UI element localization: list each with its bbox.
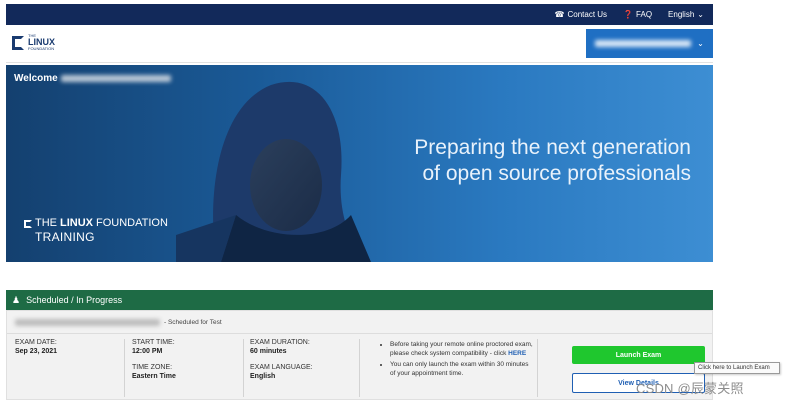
launch-exam-tooltip: Click here to Launch Exam [694, 362, 780, 374]
exam-notes: Before taking your remote online proctor… [382, 340, 534, 380]
top-utility-bar: ☎ Contact Us ❓ FAQ English ⌄ [6, 4, 713, 25]
column-divider [359, 339, 360, 397]
exam-name-line: - Scheduled for Test [15, 319, 222, 326]
exam-duration-value: 60 minutes [250, 348, 287, 355]
scheduled-panel-header: ♟ Scheduled / In Progress [6, 290, 713, 310]
divider [7, 333, 712, 334]
time-zone-value: Eastern Time [132, 373, 176, 380]
exam-date-value: Sep 23, 2021 [15, 348, 58, 355]
exam-date-label: EXAM DATE: [15, 339, 57, 346]
welcome-label: Welcome [14, 73, 58, 84]
exam-language-value: English [250, 373, 276, 380]
main-navbar: THE LINUX FOUNDATION ⌄ [6, 25, 713, 63]
faq-label: FAQ [636, 10, 653, 19]
logo-foundation: FOUNDATION [28, 46, 55, 51]
note-compatibility: Before taking your remote online proctor… [390, 340, 534, 358]
start-time-column: START TIME: 12:00 PM TIME ZONE: Eastern … [132, 339, 176, 380]
panel-title: Scheduled / In Progress [26, 295, 123, 305]
hero-tagline: Preparing the next generation of open so… [414, 135, 691, 187]
brand-linux: LINUX [60, 217, 93, 229]
start-time-value: 12:00 PM [132, 348, 163, 355]
faq-link[interactable]: ❓ FAQ [623, 10, 652, 19]
exam-duration-label: EXAM DURATION: [250, 339, 310, 346]
welcome-message: Welcome [14, 73, 171, 84]
column-divider [243, 339, 244, 397]
phone-icon: ☎ [554, 9, 565, 19]
training-brand: THE LINUX FOUNDATION TRAINING [24, 218, 168, 243]
compatibility-here-link[interactable]: HERE [508, 350, 526, 357]
note-launch-window: You can only launch the exam within 30 m… [390, 360, 534, 378]
person-desk-icon: ♟ [12, 294, 21, 305]
chevron-down-icon: ⌄ [697, 38, 704, 48]
logo-mark-icon [12, 35, 24, 50]
tagline-line-1: Preparing the next generation [414, 136, 691, 159]
language-label: English [668, 10, 695, 19]
hero-banner: Welcome Preparing the next generation of… [6, 65, 713, 262]
exam-status: - Scheduled for Test [164, 319, 222, 326]
time-zone-label: TIME ZONE: [132, 364, 173, 371]
redacted-exam-name [15, 319, 160, 326]
redacted-username [60, 75, 171, 82]
brand-the: THE [35, 217, 57, 229]
linux-foundation-logo[interactable]: THE LINUX FOUNDATION [12, 34, 55, 51]
contact-us-label: Contact Us [567, 10, 608, 19]
launch-exam-button[interactable]: Launch Exam [572, 346, 705, 364]
hero-person-image [176, 81, 371, 262]
exam-date-column: EXAM DATE: Sep 23, 2021 [15, 339, 57, 355]
question-circle-icon: ❓ [623, 9, 634, 19]
contact-us-link[interactable]: ☎ Contact Us [555, 10, 608, 19]
watermark-text: CSDN @辰蒙关照 [636, 381, 744, 396]
tagline-line-2: of open source professionals [422, 162, 692, 185]
duration-column: EXAM DURATION: 60 minutes EXAM LANGUAGE:… [250, 339, 313, 380]
column-divider [124, 339, 125, 397]
brand-training: TRAINING [35, 230, 95, 244]
exam-language-label: EXAM LANGUAGE: [250, 364, 313, 371]
start-time-label: START TIME: [132, 339, 175, 346]
chevron-down-icon: ⌄ [697, 9, 704, 19]
exam-panel: - Scheduled for Test EXAM DATE: Sep 23, … [6, 310, 713, 400]
redacted-username [595, 40, 692, 47]
column-divider [537, 339, 538, 397]
brand-mark-icon [24, 219, 32, 228]
user-menu-button[interactable]: ⌄ [586, 29, 713, 58]
language-selector[interactable]: English ⌄ [668, 10, 704, 19]
brand-foundation: FOUNDATION [96, 217, 168, 229]
